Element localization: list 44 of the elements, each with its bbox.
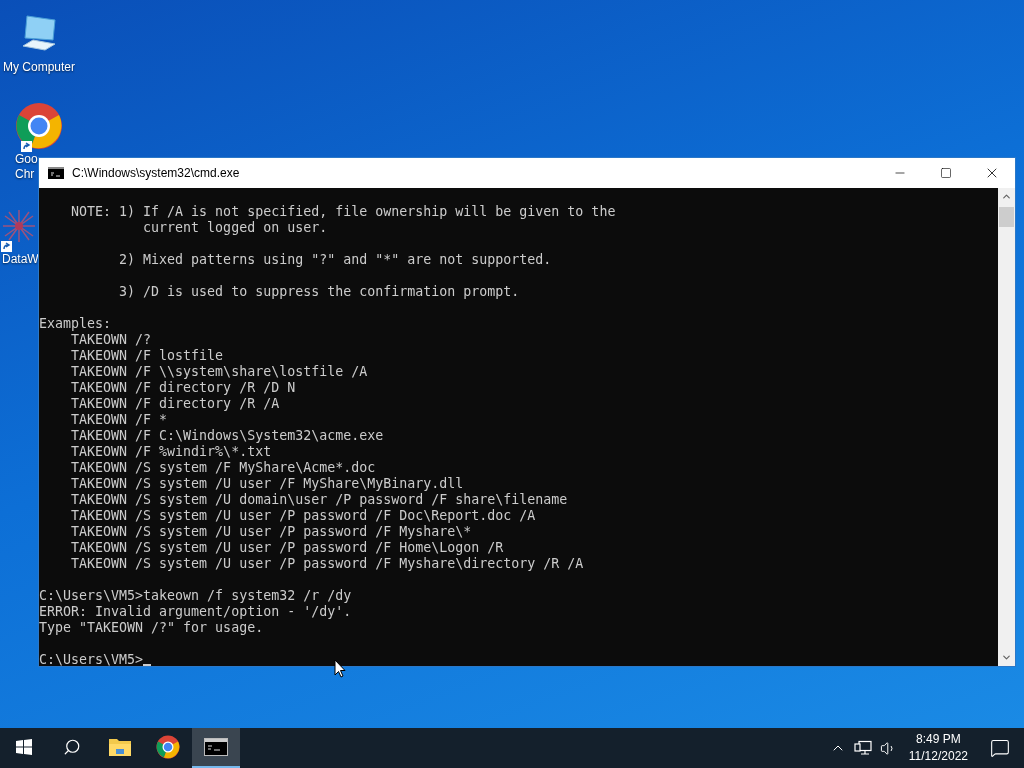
console-line: TAKEOWN /F directory /R /A xyxy=(70,396,280,412)
console-line: TAKEOWN /S system /U user /P password /F Home\Logon /R xyxy=(70,540,504,556)
clock[interactable]: 8:49 PM 11/12/2022 xyxy=(900,728,976,768)
console-line: TAKEOWN /S system /U domain\user /P password /F share\filename xyxy=(70,492,568,508)
scroll-thumb[interactable] xyxy=(999,207,1014,227)
windows-icon xyxy=(16,739,32,755)
console-line: TAKEOWN /S system /U user /P password /F Myshare\* xyxy=(70,524,472,540)
console-line: TAKEOWN /F directory /R /D N xyxy=(70,380,296,396)
chrome-icon xyxy=(15,102,63,150)
chrome-icon xyxy=(156,735,180,759)
maximize-icon xyxy=(940,167,952,179)
console-line: ERROR: Invalid argument/option - '/dy'. xyxy=(39,604,352,620)
scrollbar[interactable] xyxy=(998,188,1015,666)
console-line: NOTE: 1) If /A is not specified, file ownership will be given to the xyxy=(70,204,616,220)
console-line: TAKEOWN /? xyxy=(70,332,152,348)
desktop-icon-label[interactable]: Goo xyxy=(15,152,38,167)
search-icon xyxy=(63,738,81,756)
console-line: TAKEOWN /S system /F MyShare\Acme*.doc xyxy=(70,460,376,476)
console-line: Type "TAKEOWN /?" for usage. xyxy=(39,620,264,636)
console-line: TAKEOWN /S system /U user /P password /F Myshare\directory /R /A xyxy=(70,556,584,572)
console-line: TAKEOWN /F \\system\share\lostfile /A xyxy=(70,364,368,380)
console-line: TAKEOWN /F * xyxy=(70,412,168,428)
console-line: current logged on user. xyxy=(142,220,328,236)
console-line: C:\Users\VM5> xyxy=(39,652,144,666)
speech-bubble-icon xyxy=(990,738,1010,758)
desktop-icon-label[interactable]: Chr xyxy=(15,167,35,182)
console-icon xyxy=(204,738,228,756)
console-line: TAKEOWN /F %windir%\*.txt xyxy=(70,444,272,460)
console-line: Examples: xyxy=(39,316,112,332)
desktop-icon-label[interactable]: My Computer xyxy=(3,60,75,75)
window-title: C:\Windows\system32\cmd.exe xyxy=(72,166,241,180)
network-icon xyxy=(853,740,872,756)
console-line: TAKEOWN /S system /U user /P password /F Doc\Report.doc /A xyxy=(70,508,536,524)
console-line: TAKEOWN /F C:\Windows\System32\acme.exe xyxy=(70,428,384,444)
folder-icon xyxy=(108,737,132,757)
desktop-icon-label[interactable]: DataW xyxy=(2,252,39,267)
console-icon xyxy=(48,167,64,179)
console-line: 2) Mixed patterns using "?" and "*" are not supported. xyxy=(118,252,552,268)
taskbar-app-button[interactable] xyxy=(192,728,240,768)
console-line: TAKEOWN /S system /U user /F MyShare\MyBinary.dll xyxy=(70,476,464,492)
caret-icon xyxy=(1001,652,1012,663)
console-line: 3) /D is used to suppress the confirmation prompt. xyxy=(118,284,520,300)
console-line: C:\Users\VM5>takeown /f system32 /r /dy xyxy=(39,588,352,604)
console-line: TAKEOWN /F lostfile xyxy=(70,348,224,364)
